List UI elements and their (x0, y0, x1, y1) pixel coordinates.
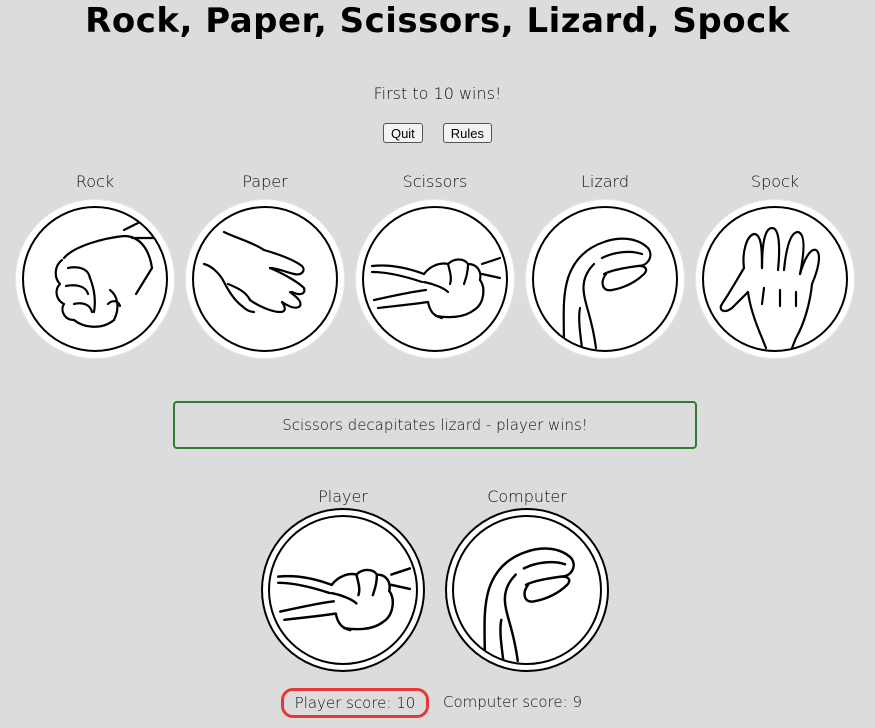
player-score-text: Player score: 10 (294, 694, 416, 712)
player-pick: Player (260, 486, 426, 672)
score-bar: Player score: 10 Computer score: 9 (0, 688, 875, 722)
choice-rock[interactable]: Rock (15, 170, 175, 358)
choice-disc[interactable] (696, 200, 854, 358)
choice-label: Spock (750, 172, 800, 191)
choice-row: Rock Paper Scissors Lizard Spock (0, 170, 875, 360)
result-message: Scissors decapitates lizard - player win… (173, 401, 697, 449)
computer-choice-disc (445, 508, 609, 672)
result-text: Scissors decapitates lizard - player win… (282, 416, 588, 434)
round-picks: Player Computer (260, 486, 612, 676)
choice-scissors[interactable]: Scissors (355, 170, 515, 358)
scissors-hand-icon (276, 567, 412, 632)
rules-button[interactable]: Rules (442, 123, 493, 143)
choice-disc[interactable] (186, 200, 344, 358)
player-label: Player (318, 487, 368, 506)
computer-label: Computer (487, 487, 567, 506)
lizard-hand-icon (562, 237, 652, 350)
rock-hand-icon (54, 218, 158, 328)
spock-hand-icon (719, 226, 821, 350)
computer-score: Computer score: 9 (443, 693, 583, 711)
choice-label: Lizard (580, 172, 629, 191)
computer-pick: Computer (444, 486, 610, 672)
choice-label: Scissors (402, 172, 468, 191)
choice-paper[interactable]: Paper (185, 170, 345, 358)
game-subtitle: First to 10 wins! (373, 84, 502, 103)
choice-disc[interactable] (526, 200, 684, 358)
choice-disc[interactable] (16, 200, 174, 358)
player-score: Player score: 10 (281, 688, 429, 718)
choice-spock[interactable]: Spock (695, 170, 855, 358)
page-title: Rock, Paper, Scissors, Lizard, Spock (85, 1, 790, 41)
choice-disc[interactable] (356, 200, 514, 358)
paper-hand-icon (202, 230, 306, 314)
choice-label: Paper (242, 172, 288, 191)
quit-button[interactable]: Quit (382, 123, 423, 143)
player-choice-disc (261, 508, 425, 672)
controls-bar: Quit Rules (0, 123, 875, 143)
choice-lizard[interactable]: Lizard (525, 170, 685, 358)
lizard-hand-icon (483, 547, 575, 663)
scissors-hand-icon (370, 256, 502, 320)
choice-label: Rock (75, 172, 115, 191)
